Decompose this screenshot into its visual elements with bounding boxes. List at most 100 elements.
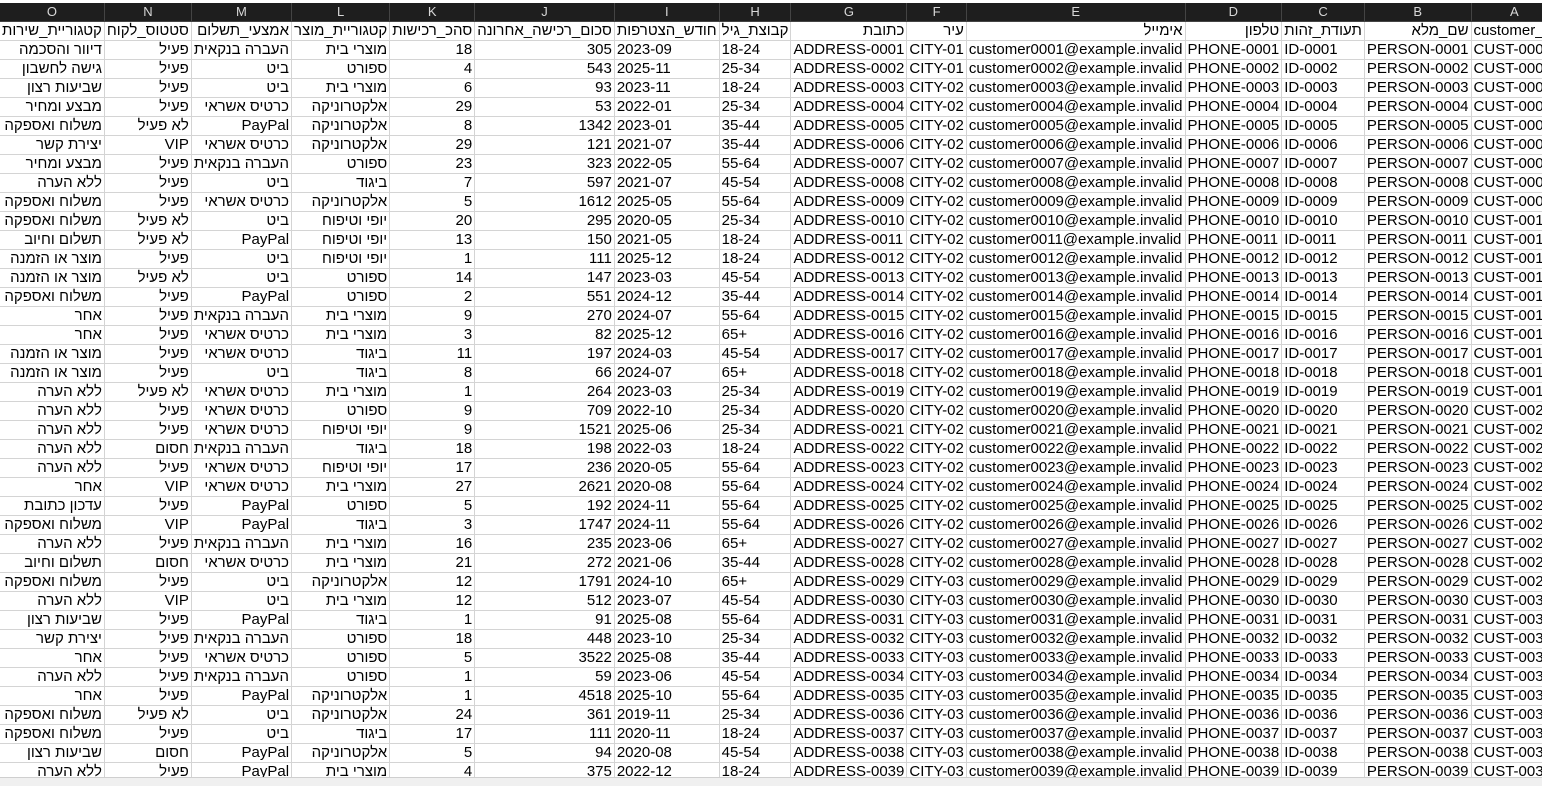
cell-M7[interactable]: כרטיס אשראי <box>191 135 293 155</box>
cell-B17[interactable]: PERSON-0016 <box>1364 325 1472 345</box>
cell-O6[interactable]: משלוח ואספקה <box>0 116 105 136</box>
cell-K14[interactable]: 14 <box>389 268 476 288</box>
cell-L22[interactable]: יופי וטיפוח <box>291 420 391 440</box>
cell-D33[interactable]: PHONE-0032 <box>1185 629 1283 649</box>
cell-A10[interactable]: CUST-0009 <box>1471 192 1542 212</box>
header-cell-H1[interactable]: קבוצת_גיל <box>719 21 792 41</box>
cell-C9[interactable]: ID-0008 <box>1281 173 1365 193</box>
cell-J18[interactable]: 197 <box>474 344 615 364</box>
cell-E20[interactable]: customer0019@example.invalid <box>966 382 1186 402</box>
cell-C13[interactable]: ID-0012 <box>1281 249 1365 269</box>
cell-G5[interactable]: ADDRESS-0004 <box>790 97 908 117</box>
cell-C4[interactable]: ID-0003 <box>1281 78 1365 98</box>
cell-N2[interactable]: פעיל <box>104 40 192 60</box>
cell-H21[interactable]: 25-34 <box>719 401 792 421</box>
cell-E16[interactable]: customer0015@example.invalid <box>966 306 1186 326</box>
cell-O33[interactable]: יצירת קשר <box>0 629 105 649</box>
cell-K37[interactable]: 24 <box>389 705 476 725</box>
cell-M21[interactable]: כרטיס אשראי <box>191 401 293 421</box>
cell-I29[interactable]: 2021-06 <box>614 553 720 573</box>
cell-D25[interactable]: PHONE-0024 <box>1185 477 1283 497</box>
cell-D5[interactable]: PHONE-0004 <box>1185 97 1283 117</box>
cell-L25[interactable]: מוצרי בית <box>291 477 391 497</box>
cell-B37[interactable]: PERSON-0036 <box>1364 705 1472 725</box>
cell-K30[interactable]: 12 <box>389 572 476 592</box>
cell-O30[interactable]: משלוח ואספקה <box>0 572 105 592</box>
cell-J14[interactable]: 147 <box>474 268 615 288</box>
cell-N13[interactable]: פעיל <box>104 249 192 269</box>
cell-F25[interactable]: CITY-02 <box>906 477 967 497</box>
cell-K25[interactable]: 27 <box>389 477 476 497</box>
cell-K7[interactable]: 29 <box>389 135 476 155</box>
cell-A20[interactable]: CUST-0019 <box>1471 382 1542 402</box>
cell-M34[interactable]: כרטיס אשראי <box>191 648 293 668</box>
column-header-N[interactable]: N <box>104 3 192 22</box>
cell-A9[interactable]: CUST-0008 <box>1471 173 1542 193</box>
cell-J20[interactable]: 264 <box>474 382 615 402</box>
cell-F3[interactable]: CITY-01 <box>906 59 967 79</box>
column-header-K[interactable]: K <box>389 3 476 22</box>
cell-M19[interactable]: ביט <box>191 363 293 383</box>
cell-N21[interactable]: פעיל <box>104 401 192 421</box>
cell-D37[interactable]: PHONE-0036 <box>1185 705 1283 725</box>
cell-N39[interactable]: חסום <box>104 743 192 763</box>
cell-N20[interactable]: לא פעיל <box>104 382 192 402</box>
cell-H9[interactable]: 45-54 <box>719 173 792 193</box>
cell-B5[interactable]: PERSON-0004 <box>1364 97 1472 117</box>
cell-J4[interactable]: 93 <box>474 78 615 98</box>
cell-H36[interactable]: 55-64 <box>719 686 792 706</box>
cell-A39[interactable]: CUST-0038 <box>1471 743 1542 763</box>
cell-C19[interactable]: ID-0018 <box>1281 363 1365 383</box>
cell-D21[interactable]: PHONE-0020 <box>1185 401 1283 421</box>
cell-I22[interactable]: 2025-06 <box>614 420 720 440</box>
cell-D36[interactable]: PHONE-0035 <box>1185 686 1283 706</box>
header-cell-N1[interactable]: סטטוס_לקוח <box>104 21 192 41</box>
cell-L6[interactable]: אלקטרוניקה <box>291 116 391 136</box>
cell-B25[interactable]: PERSON-0024 <box>1364 477 1472 497</box>
cell-J16[interactable]: 270 <box>474 306 615 326</box>
cell-A11[interactable]: CUST-0010 <box>1471 211 1542 231</box>
cell-I31[interactable]: 2023-07 <box>614 591 720 611</box>
cell-B4[interactable]: PERSON-0003 <box>1364 78 1472 98</box>
cell-N34[interactable]: פעיל <box>104 648 192 668</box>
cell-M30[interactable]: ביט <box>191 572 293 592</box>
header-cell-O1[interactable]: קטגוריית_שירות <box>0 21 105 41</box>
cell-G3[interactable]: ADDRESS-0002 <box>790 59 908 79</box>
cell-I30[interactable]: 2024-10 <box>614 572 720 592</box>
cell-E13[interactable]: customer0012@example.invalid <box>966 249 1186 269</box>
cell-M37[interactable]: ביט <box>191 705 293 725</box>
cell-N37[interactable]: לא פעיל <box>104 705 192 725</box>
cell-L12[interactable]: יופי וטיפוח <box>291 230 391 250</box>
cell-N3[interactable]: פעיל <box>104 59 192 79</box>
cell-I32[interactable]: 2025-08 <box>614 610 720 630</box>
cell-B14[interactable]: PERSON-0013 <box>1364 268 1472 288</box>
cell-D6[interactable]: PHONE-0005 <box>1185 116 1283 136</box>
cell-B38[interactable]: PERSON-0037 <box>1364 724 1472 744</box>
cell-L38[interactable]: ביגוד <box>291 724 391 744</box>
cell-L33[interactable]: ספורט <box>291 629 391 649</box>
cell-H19[interactable]: 65+ <box>719 363 792 383</box>
cell-H39[interactable]: 45-54 <box>719 743 792 763</box>
cell-K5[interactable]: 29 <box>389 97 476 117</box>
cell-H37[interactable]: 25-34 <box>719 705 792 725</box>
cell-M29[interactable]: כרטיס אשראי <box>191 553 293 573</box>
header-cell-F1[interactable]: עיר <box>906 21 967 41</box>
cell-I2[interactable]: 2023-09 <box>614 40 720 60</box>
cell-K11[interactable]: 20 <box>389 211 476 231</box>
cell-C39[interactable]: ID-0038 <box>1281 743 1365 763</box>
cell-B16[interactable]: PERSON-0015 <box>1364 306 1472 326</box>
cell-A19[interactable]: CUST-0018 <box>1471 363 1542 383</box>
cell-G18[interactable]: ADDRESS-0017 <box>790 344 908 364</box>
cell-I13[interactable]: 2025-12 <box>614 249 720 269</box>
cell-B8[interactable]: PERSON-0007 <box>1364 154 1472 174</box>
cell-E11[interactable]: customer0010@example.invalid <box>966 211 1186 231</box>
cell-G2[interactable]: ADDRESS-0001 <box>790 40 908 60</box>
cell-H18[interactable]: 45-54 <box>719 344 792 364</box>
cell-A14[interactable]: CUST-0013 <box>1471 268 1542 288</box>
cell-G14[interactable]: ADDRESS-0013 <box>790 268 908 288</box>
cell-C5[interactable]: ID-0004 <box>1281 97 1365 117</box>
cell-A24[interactable]: CUST-0023 <box>1471 458 1542 478</box>
cell-F8[interactable]: CITY-02 <box>906 154 967 174</box>
cell-M25[interactable]: כרטיס אשראי <box>191 477 293 497</box>
cell-A21[interactable]: CUST-0020 <box>1471 401 1542 421</box>
